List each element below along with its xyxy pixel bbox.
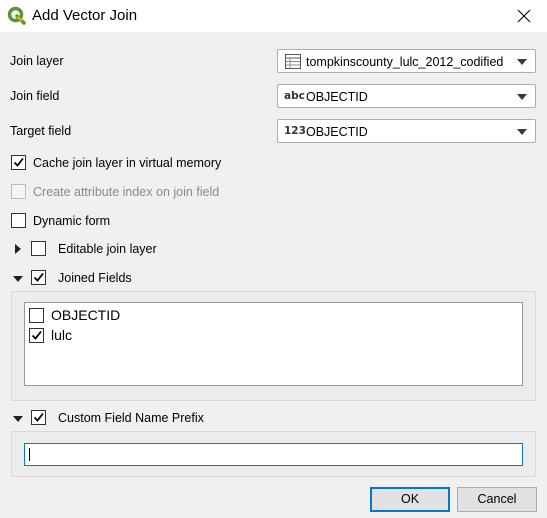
join-layer-label: Join layer: [10, 54, 64, 68]
dynamic-form-checkbox[interactable]: [11, 213, 26, 228]
vector-table-icon: [285, 54, 301, 72]
field-lulc-label: lulc: [51, 327, 73, 343]
joined-fields-label: Joined Fields: [58, 271, 132, 285]
cache-join-checkbox[interactable]: [11, 155, 26, 170]
join-field-label: Join field: [10, 89, 60, 103]
text-cursor: [29, 448, 30, 461]
field-objectid-checkbox[interactable]: [29, 308, 44, 323]
field-lulc-checkbox[interactable]: [29, 328, 44, 343]
create-index-label: Create attribute index on join field: [33, 185, 220, 199]
collapse-arrow-icon[interactable]: [13, 416, 23, 422]
close-button[interactable]: [501, 0, 547, 32]
custom-prefix-label: Custom Field Name Prefix: [58, 411, 204, 425]
checkmark-icon: [13, 157, 24, 167]
editable-join-label: Editable join layer: [58, 242, 157, 256]
expand-arrow-icon[interactable]: [15, 244, 21, 254]
close-icon: [517, 9, 531, 23]
integer-type-icon: 123: [284, 125, 306, 137]
dynamic-form-label: Dynamic form: [33, 214, 111, 228]
join-layer-value: tompkinscounty_lulc_2012_codified: [306, 55, 504, 69]
field-objectid-label: OBJECTID: [51, 307, 121, 323]
chevron-down-icon: [517, 129, 527, 135]
cancel-button[interactable]: Cancel: [457, 487, 537, 512]
joined-fields-checkbox[interactable]: [31, 270, 46, 285]
title-bar: Add Vector Join: [0, 0, 547, 32]
target-field-label: Target field: [10, 124, 72, 138]
join-field-combo[interactable]: abc OBJECTID: [277, 84, 536, 108]
ok-button[interactable]: OK: [370, 487, 450, 512]
checkmark-icon: [31, 330, 42, 340]
checkmark-icon: [33, 412, 44, 422]
create-index-checkbox: [11, 184, 26, 199]
editable-join-checkbox[interactable]: [31, 241, 46, 256]
cache-join-label: Cache join layer in virtual memory: [33, 156, 222, 170]
checkmark-icon: [33, 272, 44, 282]
join-field-value: OBJECTID: [306, 90, 368, 104]
chevron-down-icon: [517, 59, 527, 65]
prefix-input[interactable]: [24, 443, 523, 466]
chevron-down-icon: [517, 94, 527, 100]
joined-fields-list[interactable]: OBJECTID lulc: [24, 302, 523, 386]
string-type-icon: abc: [284, 90, 305, 102]
qgis-logo-icon: [7, 6, 26, 25]
custom-prefix-checkbox[interactable]: [31, 410, 46, 425]
target-field-value: OBJECTID: [306, 125, 368, 139]
window-title: Add Vector Join: [32, 7, 138, 24]
target-field-combo[interactable]: 123 OBJECTID: [277, 119, 536, 143]
collapse-arrow-icon[interactable]: [13, 276, 23, 282]
join-layer-combo[interactable]: tompkinscounty_lulc_2012_codified: [277, 49, 536, 73]
